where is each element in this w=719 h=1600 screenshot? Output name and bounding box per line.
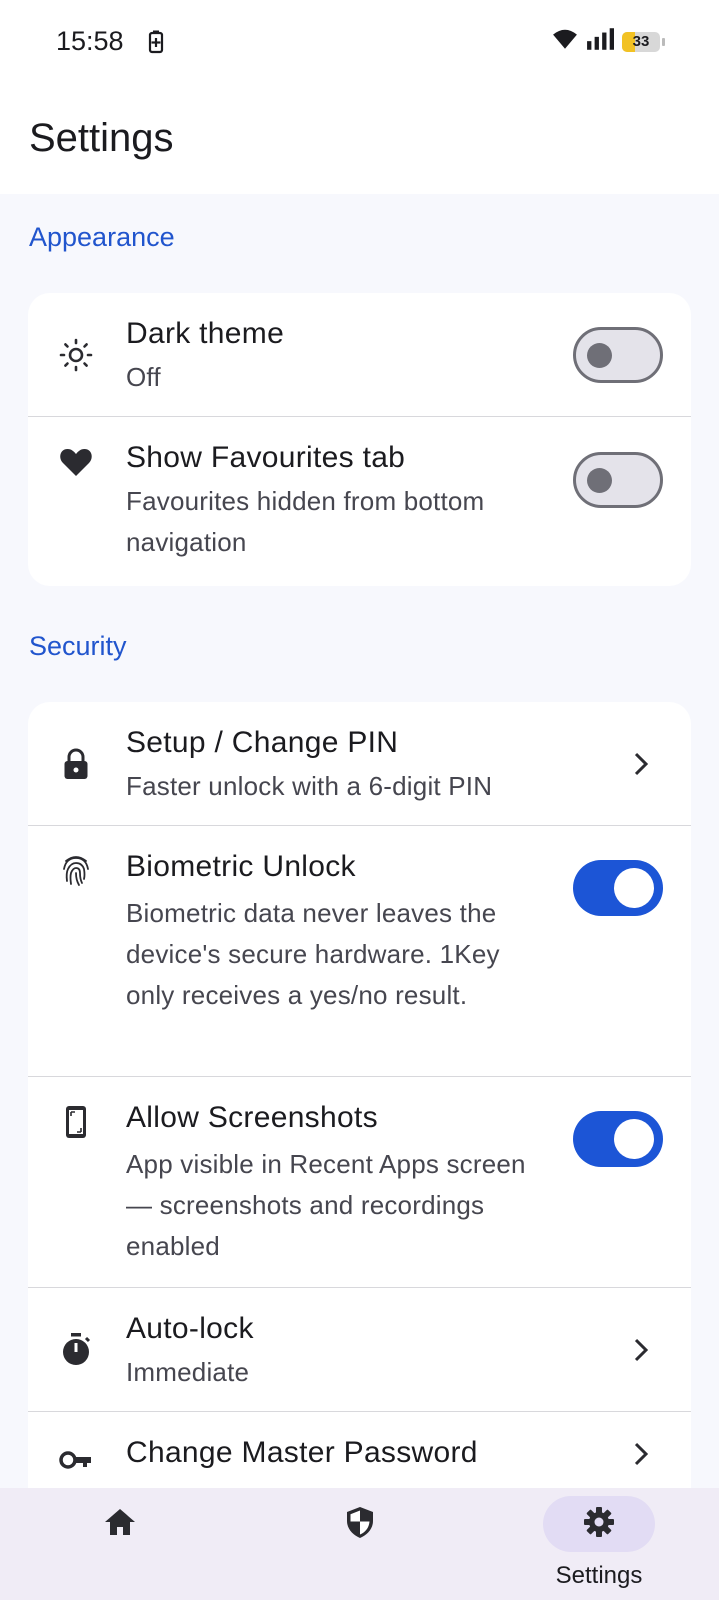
settings-list[interactable]: Appearance Dark theme Off Show Favourite… xyxy=(0,194,719,1488)
toggle-knob xyxy=(614,1119,654,1159)
show-favourites-toggle[interactable] xyxy=(573,452,663,508)
brightness-icon xyxy=(56,335,96,375)
signal-icon xyxy=(586,28,614,55)
nav-item-settings[interactable]: Settings xyxy=(479,1488,719,1600)
setting-title: Change Master Password xyxy=(126,1436,478,1469)
settings-screen: 15:58 33 Settings Appearance Dark theme … xyxy=(0,0,719,1600)
security-card: Setup / Change PIN Faster unlock with a … xyxy=(28,702,691,1488)
setting-title: Allow Screenshots xyxy=(126,1101,378,1134)
battery-saver-icon xyxy=(147,30,165,54)
appearance-card: Dark theme Off Show Favourites tab Favou… xyxy=(28,293,691,586)
setting-subtitle: Off xyxy=(126,362,161,392)
top-app-bar: Settings xyxy=(0,86,719,194)
toggle-knob xyxy=(587,343,612,368)
section-header-appearance: Appearance xyxy=(29,222,175,252)
page-title: Settings xyxy=(29,116,174,160)
setting-change-master-password[interactable]: Change Master Password xyxy=(28,1412,691,1488)
setting-subtitle: App visible in Recent Apps screen — scre… xyxy=(126,1149,526,1261)
setting-title: Biometric Unlock xyxy=(126,850,356,883)
key-icon xyxy=(56,1440,96,1480)
setting-change-pin[interactable]: Setup / Change PIN Faster unlock with a … xyxy=(28,702,691,825)
setting-dark-theme[interactable]: Dark theme Off xyxy=(28,293,691,416)
lock-icon xyxy=(56,744,96,784)
setting-subtitle: Immediate xyxy=(126,1357,250,1387)
fingerprint-icon xyxy=(56,851,96,891)
status-time: 15:58 xyxy=(56,26,124,56)
timer-icon xyxy=(56,1330,96,1370)
nav-pill-active xyxy=(543,1496,655,1552)
chevron-right-icon xyxy=(631,1440,651,1468)
dark-theme-toggle[interactable] xyxy=(573,327,663,383)
screenshot-icon xyxy=(56,1102,96,1142)
nav-label-settings: Settings xyxy=(555,1562,643,1589)
nav-item-home[interactable] xyxy=(0,1488,240,1600)
nav-item-security[interactable] xyxy=(240,1488,480,1600)
status-icons: 33 xyxy=(552,28,665,55)
toggle-knob xyxy=(587,468,612,493)
setting-allow-screenshots[interactable]: Allow Screenshots App visible in Recent … xyxy=(28,1077,691,1287)
battery-tip xyxy=(662,37,665,46)
section-header-security: Security xyxy=(29,631,127,661)
setting-title: Dark theme xyxy=(126,317,285,350)
status-bar: 15:58 33 xyxy=(0,0,719,86)
biometric-unlock-toggle[interactable] xyxy=(573,860,663,916)
battery-icon: 33 xyxy=(622,31,660,52)
allow-screenshots-toggle[interactable] xyxy=(573,1111,663,1167)
setting-biometric-unlock[interactable]: Biometric Unlock Biometric data never le… xyxy=(28,826,691,1076)
chevron-right-icon xyxy=(631,1336,651,1364)
toggle-knob xyxy=(614,868,654,908)
bottom-navigation: Settings xyxy=(0,1488,719,1600)
nav-pill xyxy=(304,1496,416,1552)
wifi-icon xyxy=(552,28,578,55)
gear-icon xyxy=(581,1504,617,1545)
home-icon xyxy=(102,1504,138,1545)
heart-icon xyxy=(56,442,96,482)
shield-icon xyxy=(342,1504,378,1545)
setting-title: Show Favourites tab xyxy=(126,441,406,474)
setting-title: Auto-lock xyxy=(126,1312,254,1345)
setting-subtitle: Biometric data never leaves the device's… xyxy=(126,898,500,1010)
setting-subtitle: Faster unlock with a 6-digit PIN xyxy=(126,771,493,801)
setting-auto-lock[interactable]: Auto-lock Immediate xyxy=(28,1288,691,1411)
setting-show-favourites[interactable]: Show Favourites tab Favourites hidden fr… xyxy=(28,417,691,586)
setting-title: Setup / Change PIN xyxy=(126,726,399,759)
nav-pill xyxy=(64,1496,176,1552)
battery-level: 33 xyxy=(632,32,650,50)
chevron-right-icon xyxy=(631,750,651,778)
setting-subtitle: Favourites hidden from bottom navigation xyxy=(126,486,485,557)
